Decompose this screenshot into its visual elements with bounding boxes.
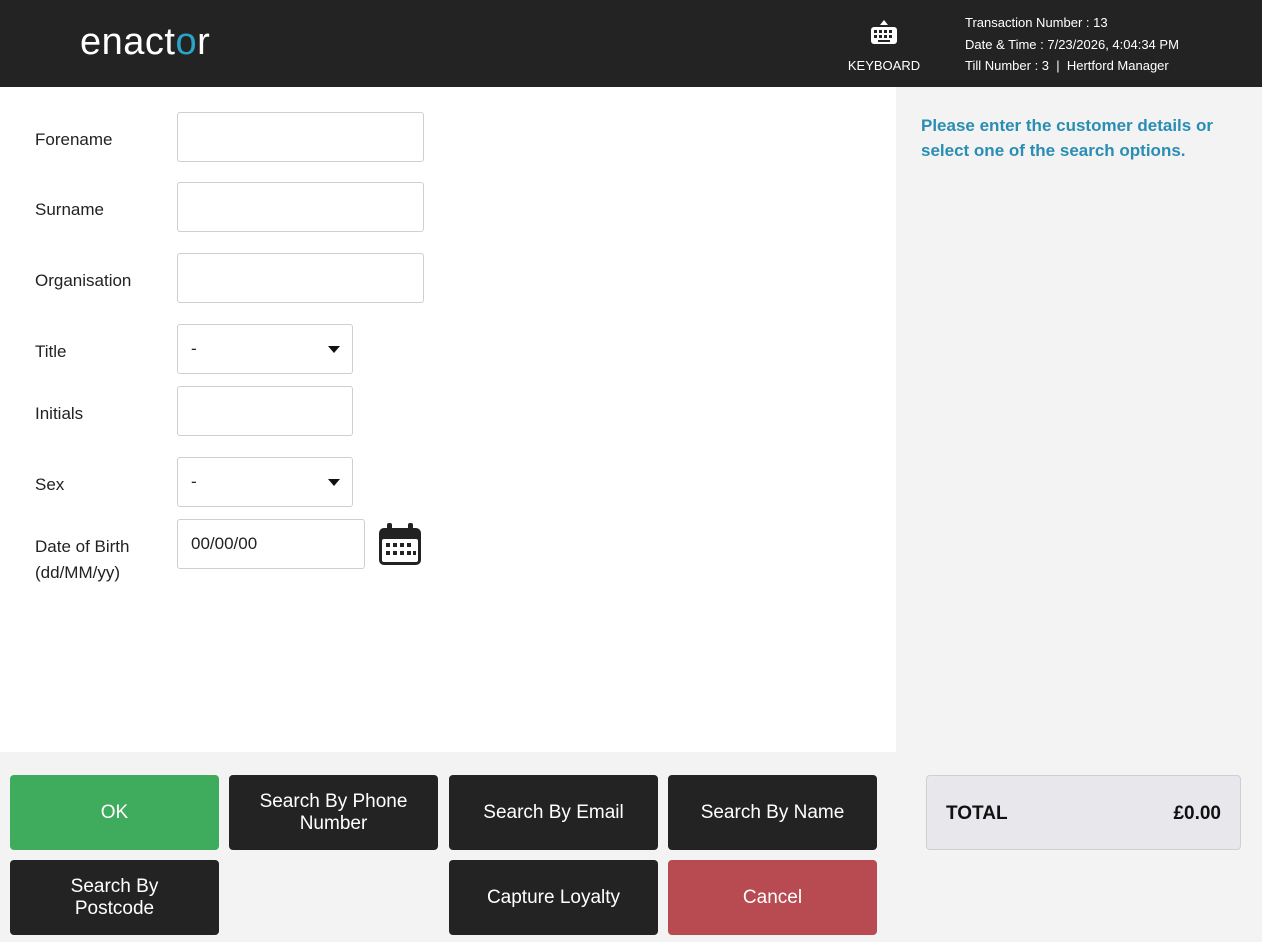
search-by-email-button[interactable]: Search By Email [449,775,658,850]
surname-label: Surname [35,200,104,219]
search-by-name-button[interactable]: Search By Name [668,775,877,850]
customer-form-panel [0,87,896,752]
title-selected-value: - [191,339,197,358]
dob-label: Date of Birth (dd/MM/yy) [35,534,130,586]
total-value: £0.00 [1173,803,1221,824]
dob-label-line1: Date of Birth [35,537,130,556]
initials-label: Initials [35,404,84,423]
till-number: Till Number : 3 | Hertford Manager [965,58,1169,73]
total-label: TOTAL [946,803,1008,824]
dob-label-line2: (dd/MM/yy) [35,563,120,582]
enactor-logo: enactor [80,20,210,64]
search-by-postcode-button[interactable]: Search By Postcode [10,860,219,935]
forename-field[interactable] [177,112,424,162]
forename-label: Forename [35,130,113,149]
capture-loyalty-button[interactable]: Capture Loyalty [449,860,658,935]
ok-button[interactable]: OK [10,775,219,850]
transaction-number: Transaction Number : 13 [965,15,1108,30]
info-panel: Please enter the customer details or sel… [896,87,1262,752]
title-select[interactable]: - [177,324,353,374]
calendar-icon[interactable] [377,523,423,571]
organisation-label: Organisation [35,271,132,290]
organisation-field[interactable] [177,253,424,303]
logo-text-o: o [175,21,198,63]
initials-field[interactable] [177,386,353,436]
keyboard-icon [838,18,930,50]
header-bar: enactor KEYBOARD Transaction Number : 13… [0,0,1262,87]
sex-select[interactable]: - [177,457,353,507]
title-label: Title [35,342,67,361]
total-box: TOTAL £0.00 [926,775,1241,850]
instruction-message: Please enter the customer details or sel… [921,116,1213,160]
cancel-button[interactable]: Cancel [668,860,877,935]
logo-text: enact [80,21,176,63]
dropdown-caret-icon [328,346,340,353]
search-by-phone-button[interactable]: Search By Phone Number [229,775,438,850]
sex-selected-value: - [191,472,197,491]
dropdown-caret-icon [328,479,340,486]
surname-field[interactable] [177,182,424,232]
dob-value: 00/00/00 [191,534,258,553]
keyboard-button[interactable]: KEYBOARD [838,18,930,73]
keyboard-label: KEYBOARD [847,58,921,73]
sex-label: Sex [35,475,65,494]
transaction-info: Transaction Number : 13 Date & Time : 7/… [965,12,1179,77]
dob-field[interactable]: 00/00/00 [177,519,365,569]
date-time: Date & Time : 7/23/2026, 4:04:34 PM [965,36,1179,52]
logo-text-end: r [197,21,211,63]
